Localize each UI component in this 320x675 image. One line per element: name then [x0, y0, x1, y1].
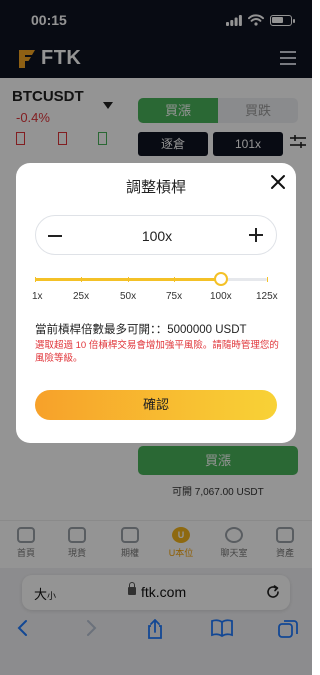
confirm-button[interactable]: 確認 [35, 390, 277, 420]
slider-tick-label[interactable]: 100x [210, 291, 232, 302]
slider-tick-label[interactable]: 50x [120, 291, 136, 302]
slider-tick [35, 277, 36, 282]
slider-tick [174, 277, 175, 282]
dialog-title: 調整槓桿 [125, 179, 186, 196]
slider-tick-label[interactable]: 75x [166, 291, 182, 302]
slider-tick [267, 277, 268, 282]
slider-tick [128, 277, 129, 282]
leverage-dialog: 調整槓桿 100x 1x 25x 50x 75x 100x 125x 當前槓桿倍數最多可開… [16, 163, 296, 443]
leverage-slider[interactable] [35, 272, 268, 286]
risk-warning: 選取超過 10 倍槓桿交易會增加強平風險。請隨時管理您的風險等級。 [35, 340, 279, 364]
slider-tick [81, 277, 82, 282]
slider-tick-label[interactable]: 1x [32, 291, 43, 302]
slider-tick-label[interactable]: 25x [73, 291, 89, 302]
leverage-value[interactable]: 100x [36, 228, 278, 244]
increase-button[interactable] [249, 228, 263, 242]
slider-tick-label[interactable]: 125x [256, 291, 278, 302]
slider-thumb[interactable] [213, 272, 228, 286]
max-open-text: 當前槓桿倍數最多可開：：5000000 USDT [35, 324, 247, 336]
leverage-stepper: 100x [35, 215, 277, 255]
close-icon[interactable] [269, 173, 287, 191]
